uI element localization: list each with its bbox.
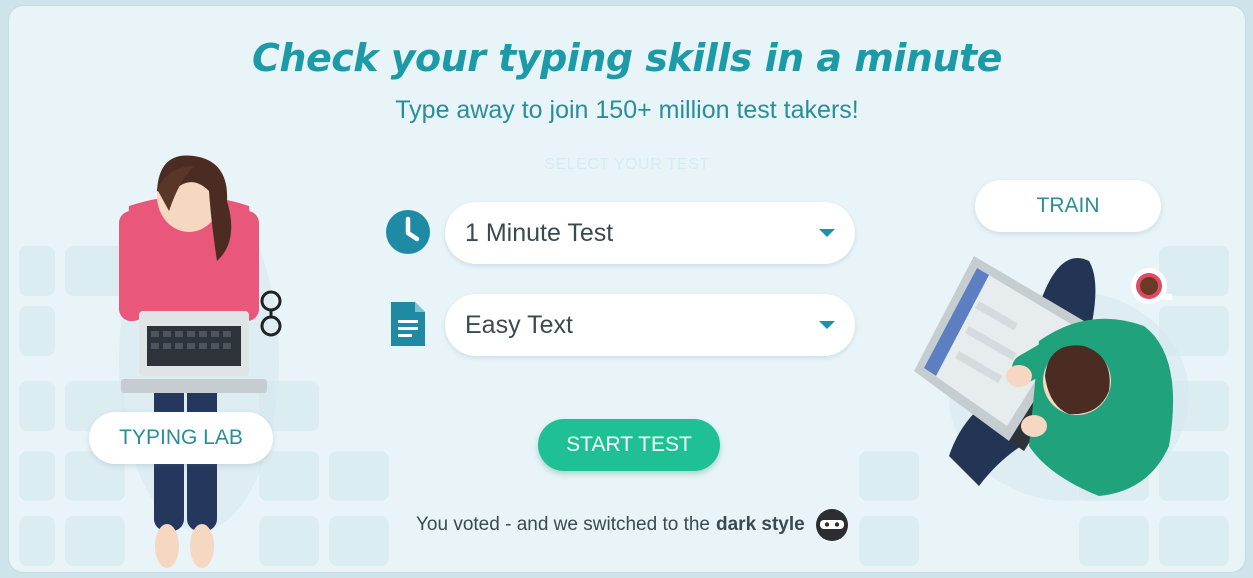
document-icon <box>391 302 425 346</box>
woman-with-laptop-illustration <box>119 155 282 568</box>
clock-icon <box>386 210 430 254</box>
typing-lab-button[interactable]: TYPING LAB <box>89 412 273 464</box>
chevron-down-icon <box>819 321 835 329</box>
test-duration-select[interactable]: 1 Minute Test <box>445 202 855 264</box>
text-type-value: Easy Text <box>465 310 573 339</box>
dark-style-link[interactable]: dark style <box>716 514 805 536</box>
page-title: Check your typing skills in a minute <box>252 36 1002 80</box>
start-test-button[interactable]: START TEST <box>538 419 720 471</box>
train-button[interactable]: TRAIN <box>975 180 1161 232</box>
man-with-laptop-illustration <box>914 256 1189 501</box>
dark-style-notice: You voted - and we switched to the dark … <box>416 508 849 542</box>
text-type-select[interactable]: Easy Text <box>445 294 855 356</box>
typing-test-panel: Check your typing skills in a minute Typ… <box>9 6 1245 572</box>
chevron-down-icon <box>819 229 835 237</box>
page-subtitle: Type away to join 150+ million test take… <box>395 96 859 124</box>
test-duration-value: 1 Minute Test <box>465 218 614 247</box>
ninja-icon[interactable] <box>815 508 849 542</box>
notice-text: You voted - and we switched to the <box>416 514 710 535</box>
